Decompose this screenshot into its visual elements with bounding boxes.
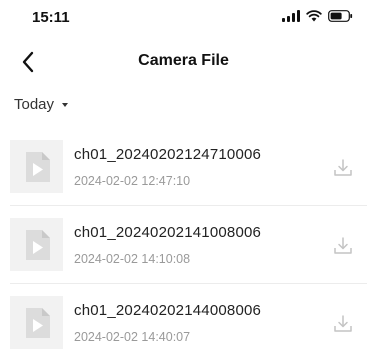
file-name: ch01_20240202124710006 — [74, 146, 262, 163]
file-list: ch01_20240202124710006 2024-02-02 12:47:… — [0, 128, 367, 362]
video-file-icon — [25, 307, 50, 338]
file-timestamp: 2024-02-02 12:47:10 — [74, 174, 191, 188]
download-icon — [334, 237, 352, 254]
video-thumbnail — [10, 218, 63, 271]
download-button[interactable] — [331, 312, 355, 336]
nav-bar: Camera File — [0, 40, 367, 84]
video-thumbnail — [10, 296, 63, 349]
date-filter-label: Today — [14, 96, 55, 113]
list-item[interactable]: ch01_20240202124710006 2024-02-02 12:47:… — [0, 128, 367, 206]
download-icon — [334, 159, 352, 176]
download-icon — [334, 315, 352, 332]
wifi-icon — [306, 10, 322, 22]
status-bar: 15:11 — [0, 0, 367, 38]
battery-icon — [328, 10, 353, 22]
file-timestamp: 2024-02-02 14:10:08 — [74, 252, 191, 266]
caret-down-icon — [62, 103, 69, 107]
list-item[interactable]: ch01_20240202144008006 2024-02-02 14:40:… — [0, 284, 367, 362]
file-name: ch01_20240202141008006 — [74, 224, 262, 241]
video-file-icon — [25, 229, 50, 260]
file-timestamp: 2024-02-02 14:40:07 — [74, 330, 191, 344]
status-icons — [282, 10, 353, 22]
file-name: ch01_20240202144008006 — [74, 302, 262, 319]
date-filter-dropdown[interactable]: Today — [14, 96, 69, 113]
download-button[interactable] — [331, 156, 355, 180]
video-file-icon — [25, 151, 50, 182]
video-thumbnail — [10, 140, 63, 193]
status-time: 15:11 — [32, 9, 70, 26]
page-title: Camera File — [138, 52, 229, 69]
signal-icon — [282, 10, 300, 22]
list-item[interactable]: ch01_20240202141008006 2024-02-02 14:10:… — [0, 206, 367, 284]
download-button[interactable] — [331, 234, 355, 258]
